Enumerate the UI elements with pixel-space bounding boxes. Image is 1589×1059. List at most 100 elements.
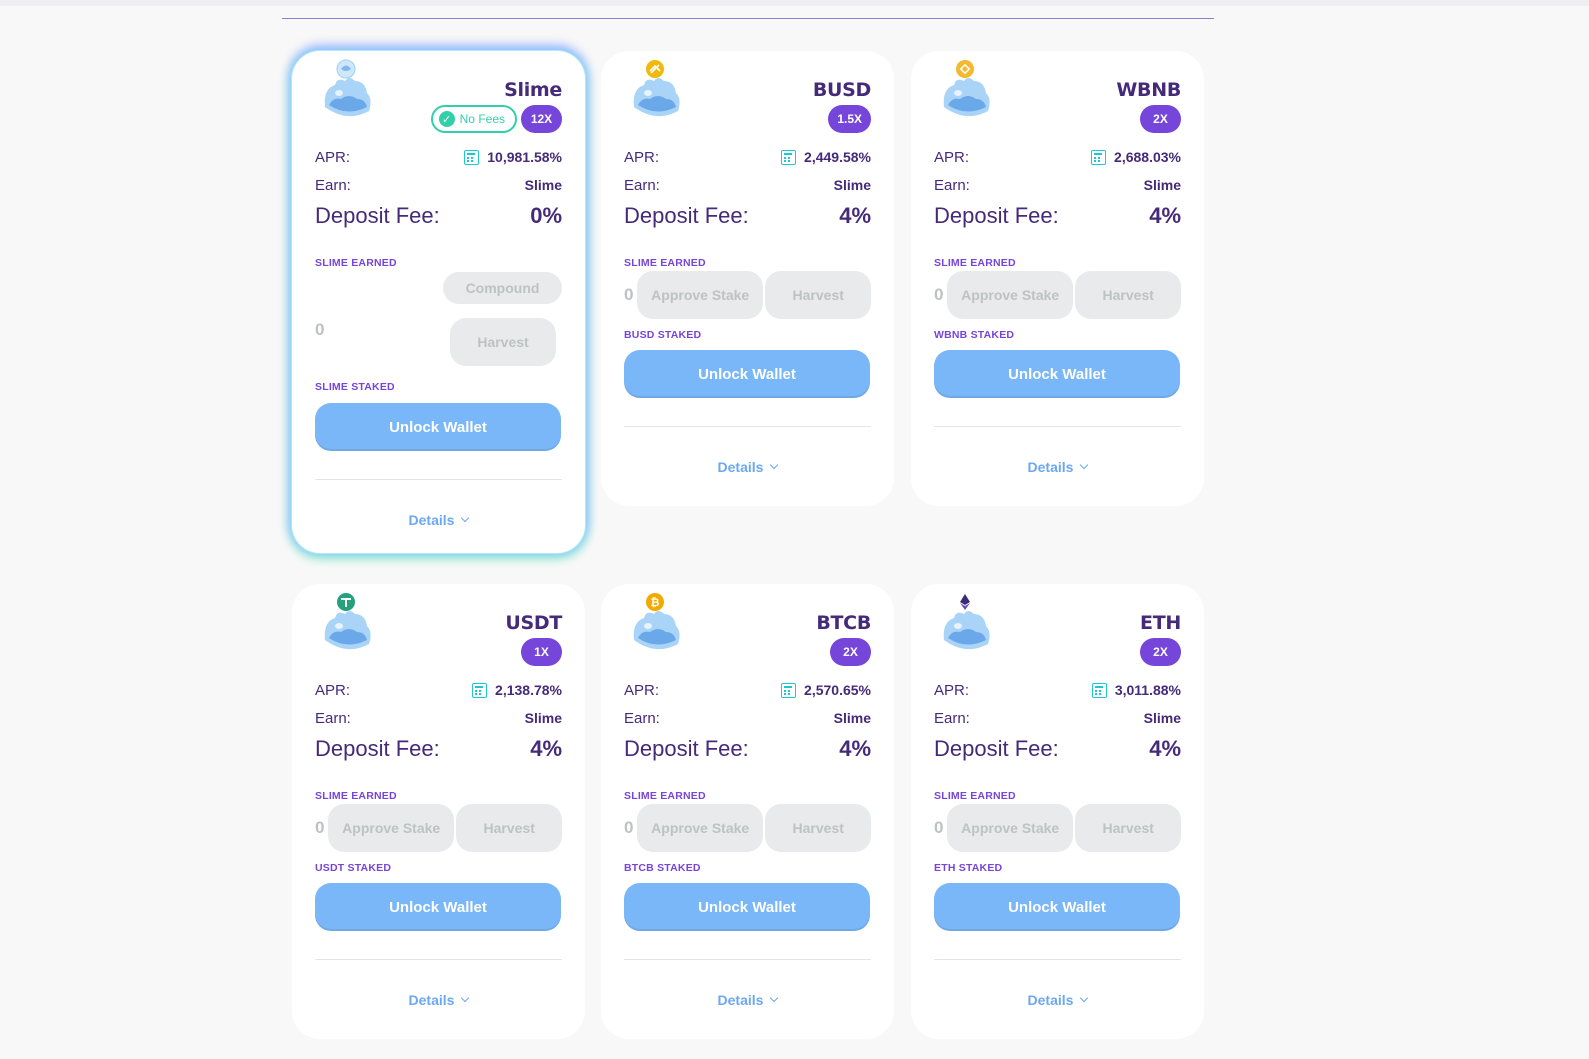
apr-row: APR: 2,449.58% (624, 143, 871, 171)
no-fees-badge: ✓ No Fees (430, 105, 517, 133)
staked-label: USDT STAKED (315, 862, 562, 874)
card-header: USDT 1X (315, 584, 562, 676)
calculator-icon[interactable] (472, 682, 488, 698)
staked-text: STAKED (347, 862, 392, 874)
staked-text: STAKED (657, 862, 701, 874)
harvest-button[interactable]: Harvest (765, 804, 871, 852)
farm-card-slime: Slime ✓ No Fees 12X APR: 10,981.58% Earn… (292, 51, 585, 553)
staked-label: BUSD STAKED (624, 329, 871, 341)
chevron-down-icon (770, 993, 779, 1003)
apr-number: 2,138.78% (495, 682, 562, 698)
earned-actions: 0 Approve Stake Harvest (624, 271, 871, 319)
busd-token-icon (628, 60, 684, 121)
details-toggle[interactable]: Details (624, 427, 871, 507)
deposit-fee-value: 0% (530, 203, 562, 228)
apr-label: APR: (934, 681, 970, 699)
staked-token: BTCB (624, 862, 654, 874)
earned-text: EARNED (970, 790, 1016, 802)
badges: 2X (830, 638, 871, 666)
earned-label: SLIME EARNED (315, 257, 562, 269)
earned-label: SLIME EARNED (934, 790, 1181, 802)
earned-amount: 0 (315, 818, 325, 837)
unlock-wallet-button[interactable]: Unlock Wallet (934, 883, 1180, 931)
earned-text: EARNED (351, 790, 397, 802)
earned-token: SLIME (315, 790, 349, 802)
earned-token: SLIME (934, 257, 968, 269)
details-label: Details (717, 992, 764, 1008)
chevron-down-icon (461, 993, 470, 1003)
earned-token: SLIME (934, 790, 968, 802)
unlock-wallet-button[interactable]: Unlock Wallet (624, 883, 870, 931)
card-header: ₿ BTCB 2X (624, 584, 871, 676)
deposit-fee-row: Deposit Fee: 4% (624, 199, 871, 233)
apr-value: 3,011.88% (1091, 682, 1181, 698)
calculator-icon[interactable] (1091, 149, 1107, 165)
calculator-icon[interactable] (464, 149, 480, 165)
slime-token-icon (319, 59, 375, 121)
harvest-button[interactable]: Harvest (1075, 804, 1181, 852)
chevron-down-icon (1080, 460, 1089, 470)
harvest-button[interactable]: Harvest (1075, 271, 1181, 319)
farm-card-usdt: USDT 1X APR: 2,138.78% Earn: Slime Depos… (292, 584, 585, 1039)
earned-text: EARNED (660, 257, 706, 269)
earn-token: Slime (1143, 710, 1181, 726)
apr-number: 10,981.58% (487, 149, 562, 165)
approve-stake-button[interactable]: Approve Stake (327, 804, 455, 852)
apr-label: APR: (315, 681, 351, 699)
deposit-fee-row: Deposit Fee: 4% (624, 732, 871, 766)
deposit-fee-value: 4% (839, 736, 871, 761)
earned-actions: 0 Approve Stake Harvest (315, 804, 562, 852)
earned-text: EARNED (660, 790, 706, 802)
deposit-fee-row: Deposit Fee: 0% (315, 199, 562, 233)
unlock-wallet-button[interactable]: Unlock Wallet (934, 350, 1180, 398)
deposit-fee-row: Deposit Fee: 4% (934, 732, 1181, 766)
details-toggle[interactable]: Details (315, 480, 562, 560)
details-toggle[interactable]: Details (934, 427, 1181, 507)
staked-token: BUSD (624, 329, 655, 341)
unlock-wallet-button[interactable]: Unlock Wallet (315, 883, 561, 931)
approve-stake-button[interactable]: Approve Stake (636, 804, 764, 852)
approve-stake-button[interactable]: Approve Stake (636, 271, 764, 319)
deposit-fee-label: Deposit Fee: (315, 736, 440, 761)
farm-name: Slime (504, 79, 562, 101)
unlock-wallet-button[interactable]: Unlock Wallet (624, 350, 870, 398)
calculator-icon[interactable] (781, 682, 797, 698)
multiplier-badge: 2X (1140, 638, 1181, 666)
calculator-icon[interactable] (781, 149, 797, 165)
badges: 2X (1140, 105, 1181, 133)
details-toggle[interactable]: Details (315, 960, 562, 1040)
apr-value: 10,981.58% (464, 149, 562, 165)
apr-label: APR: (315, 148, 351, 166)
harvest-button[interactable]: Harvest (450, 318, 556, 366)
staked-label: ETH STAKED (934, 862, 1181, 874)
calculator-icon[interactable] (1091, 682, 1107, 698)
earn-token: Slime (833, 710, 871, 726)
harvest-button[interactable]: Harvest (456, 804, 562, 852)
farm-name: WBNB (1116, 79, 1181, 101)
earn-label: Earn: (315, 709, 351, 727)
earned-actions: 0 Compound Harvest (315, 272, 562, 376)
harvest-button[interactable]: Harvest (765, 271, 871, 319)
approve-stake-button[interactable]: Approve Stake (946, 804, 1074, 852)
earn-token: Slime (1143, 177, 1181, 193)
staked-text: STAKED (657, 329, 702, 341)
compound-button[interactable]: Compound (443, 272, 562, 304)
farm-card-busd: BUSD 1.5X APR: 2,449.58% Earn: Slime Dep… (601, 51, 894, 506)
no-fees-label: No Fees (459, 112, 505, 126)
details-toggle[interactable]: Details (624, 960, 871, 1040)
earned-token: SLIME (624, 790, 658, 802)
badges: ✓ No Fees 12X (430, 105, 562, 133)
staked-token: USDT (315, 862, 345, 874)
earn-row: Earn: Slime (315, 171, 562, 199)
chevron-down-icon (770, 460, 779, 470)
earn-label: Earn: (624, 709, 660, 727)
staked-token: WBNB (934, 329, 968, 341)
approve-stake-button[interactable]: Approve Stake (946, 271, 1074, 319)
badges: 1X (521, 638, 562, 666)
earn-row: Earn: Slime (934, 171, 1181, 199)
earn-label: Earn: (624, 176, 660, 194)
card-header: ETH 2X (934, 584, 1181, 676)
details-toggle[interactable]: Details (934, 960, 1181, 1040)
unlock-wallet-button[interactable]: Unlock Wallet (315, 403, 561, 451)
earned-label: SLIME EARNED (624, 257, 871, 269)
